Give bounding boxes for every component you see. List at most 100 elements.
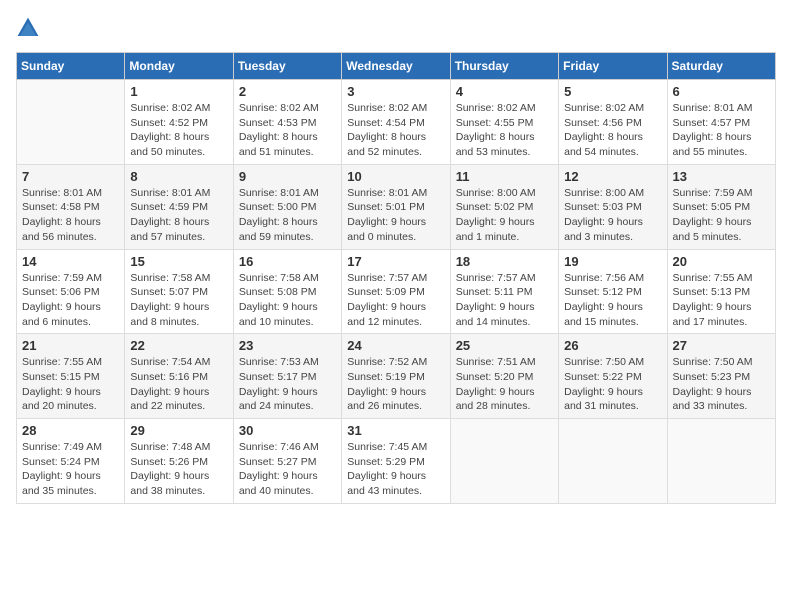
calendar-day-cell: 8 Sunrise: 8:01 AMSunset: 4:59 PMDaylight… xyxy=(125,164,233,249)
calendar-week-row: 1Sunrise: 8:02 AMSunset: 4:52 PMDaylight… xyxy=(17,80,776,165)
day-number: 16 xyxy=(239,254,336,269)
day-number: 12 xyxy=(564,169,661,184)
day-number: 24 xyxy=(347,338,444,353)
calendar-day-cell: 2Sunrise: 8:02 AMSunset: 4:53 PMDaylight… xyxy=(233,80,341,165)
day-number: 29 xyxy=(130,423,227,438)
day-number: 28 xyxy=(22,423,119,438)
day-info: Sunrise: 8:02 AMSunset: 4:56 PMDaylight:… xyxy=(564,101,661,160)
day-number: 4 xyxy=(456,84,553,99)
day-info: Sunrise: 7:58 AMSunset: 5:07 PMDaylight:… xyxy=(130,271,227,330)
calendar-day-cell: 17Sunrise: 7:57 AMSunset: 5:09 PMDayligh… xyxy=(342,249,450,334)
calendar-week-row: 14 Sunrise: 7:59 AMSunset: 5:06 PMDayligh… xyxy=(17,249,776,334)
logo xyxy=(16,16,44,40)
day-number: 10 xyxy=(347,169,444,184)
calendar-day-cell: 19 Sunrise: 7:56 AMSunset: 5:12 PMDayligh… xyxy=(559,249,667,334)
day-info: Sunrise: 7:57 AMSunset: 5:11 PMDaylight:… xyxy=(456,271,553,330)
day-number: 27 xyxy=(673,338,770,353)
day-info: Sunrise: 7:45 AMSunset: 5:29 PMDaylight:… xyxy=(347,440,444,499)
day-info: Sunrise: 7:50 AMSunset: 5:22 PMDaylight:… xyxy=(564,355,661,414)
calendar-week-row: 21Sunrise: 7:55 AMSunset: 5:15 PMDayligh… xyxy=(17,334,776,419)
day-number: 9 xyxy=(239,169,336,184)
day-info: Sunrise: 8:02 AMSunset: 4:54 PMDaylight:… xyxy=(347,101,444,160)
day-number: 3 xyxy=(347,84,444,99)
calendar-day-cell: 14 Sunrise: 7:59 AMSunset: 5:06 PMDayligh… xyxy=(17,249,125,334)
day-number: 20 xyxy=(673,254,770,269)
calendar-day-cell: 16 Sunrise: 7:58 AMSunset: 5:08 PMDayligh… xyxy=(233,249,341,334)
calendar-day-cell: 20 Sunrise: 7:55 AMSunset: 5:13 PMDayligh… xyxy=(667,249,775,334)
day-header-sunday: Sunday xyxy=(17,53,125,80)
calendar-day-cell: 31 Sunrise: 7:45 AMSunset: 5:29 PMDayligh… xyxy=(342,419,450,504)
day-info: Sunrise: 7:53 AMSunset: 5:17 PMDaylight:… xyxy=(239,355,336,414)
day-number: 25 xyxy=(456,338,553,353)
calendar-day-cell xyxy=(450,419,558,504)
calendar-day-cell: 23 Sunrise: 7:53 AMSunset: 5:17 PMDayligh… xyxy=(233,334,341,419)
day-info: Sunrise: 7:50 AMSunset: 5:23 PMDaylight:… xyxy=(673,355,770,414)
calendar-day-cell: 10 Sunrise: 8:01 AMSunset: 5:01 PMDayligh… xyxy=(342,164,450,249)
calendar-day-cell: 28 Sunrise: 7:49 AMSunset: 5:24 PMDayligh… xyxy=(17,419,125,504)
calendar-day-cell: 3 Sunrise: 8:02 AMSunset: 4:54 PMDaylight… xyxy=(342,80,450,165)
day-number: 15 xyxy=(130,254,227,269)
day-number: 30 xyxy=(239,423,336,438)
calendar-table: SundayMondayTuesdayWednesdayThursdayFrid… xyxy=(16,52,776,504)
calendar-week-row: 7 Sunrise: 8:01 AMSunset: 4:58 PMDaylight… xyxy=(17,164,776,249)
calendar-day-cell: 26 Sunrise: 7:50 AMSunset: 5:22 PMDayligh… xyxy=(559,334,667,419)
day-info: Sunrise: 7:59 AMSunset: 5:05 PMDaylight:… xyxy=(673,186,770,245)
calendar-header-row: SundayMondayTuesdayWednesdayThursdayFrid… xyxy=(17,53,776,80)
day-info: Sunrise: 8:00 AMSunset: 5:02 PMDaylight:… xyxy=(456,186,553,245)
day-number: 11 xyxy=(456,169,553,184)
day-info: Sunrise: 7:48 AMSunset: 5:26 PMDaylight:… xyxy=(130,440,227,499)
calendar-day-cell: 6Sunrise: 8:01 AMSunset: 4:57 PMDaylight… xyxy=(667,80,775,165)
calendar-day-cell: 24Sunrise: 7:52 AMSunset: 5:19 PMDayligh… xyxy=(342,334,450,419)
calendar-day-cell: 30 Sunrise: 7:46 AMSunset: 5:27 PMDayligh… xyxy=(233,419,341,504)
day-number: 13 xyxy=(673,169,770,184)
calendar-day-cell: 4 Sunrise: 8:02 AMSunset: 4:55 PMDaylight… xyxy=(450,80,558,165)
day-info: Sunrise: 7:46 AMSunset: 5:27 PMDaylight:… xyxy=(239,440,336,499)
day-info: Sunrise: 7:49 AMSunset: 5:24 PMDaylight:… xyxy=(22,440,119,499)
day-number: 7 xyxy=(22,169,119,184)
calendar-day-cell: 25 Sunrise: 7:51 AMSunset: 5:20 PMDayligh… xyxy=(450,334,558,419)
day-info: Sunrise: 7:58 AMSunset: 5:08 PMDaylight:… xyxy=(239,271,336,330)
day-info: Sunrise: 8:00 AMSunset: 5:03 PMDaylight:… xyxy=(564,186,661,245)
calendar-day-cell: 1Sunrise: 8:02 AMSunset: 4:52 PMDaylight… xyxy=(125,80,233,165)
day-number: 14 xyxy=(22,254,119,269)
calendar-day-cell: 15 Sunrise: 7:58 AMSunset: 5:07 PMDayligh… xyxy=(125,249,233,334)
day-header-monday: Monday xyxy=(125,53,233,80)
day-info: Sunrise: 8:02 AMSunset: 4:55 PMDaylight:… xyxy=(456,101,553,160)
calendar-day-cell: 13 Sunrise: 7:59 AMSunset: 5:05 PMDayligh… xyxy=(667,164,775,249)
day-number: 21 xyxy=(22,338,119,353)
day-info: Sunrise: 7:55 AMSunset: 5:13 PMDaylight:… xyxy=(673,271,770,330)
day-number: 17 xyxy=(347,254,444,269)
day-info: Sunrise: 7:51 AMSunset: 5:20 PMDaylight:… xyxy=(456,355,553,414)
day-number: 8 xyxy=(130,169,227,184)
day-number: 23 xyxy=(239,338,336,353)
day-info: Sunrise: 8:01 AMSunset: 4:58 PMDaylight:… xyxy=(22,186,119,245)
page-header xyxy=(16,16,776,40)
day-number: 26 xyxy=(564,338,661,353)
day-header-friday: Friday xyxy=(559,53,667,80)
day-info: Sunrise: 8:01 AMSunset: 4:59 PMDaylight:… xyxy=(130,186,227,245)
day-number: 19 xyxy=(564,254,661,269)
calendar-day-cell: 22 Sunrise: 7:54 AMSunset: 5:16 PMDayligh… xyxy=(125,334,233,419)
calendar-day-cell: 27 Sunrise: 7:50 AMSunset: 5:23 PMDayligh… xyxy=(667,334,775,419)
day-info: Sunrise: 7:54 AMSunset: 5:16 PMDaylight:… xyxy=(130,355,227,414)
day-number: 1 xyxy=(130,84,227,99)
calendar-day-cell xyxy=(559,419,667,504)
calendar-day-cell: 12 Sunrise: 8:00 AMSunset: 5:03 PMDayligh… xyxy=(559,164,667,249)
day-info: Sunrise: 7:56 AMSunset: 5:12 PMDaylight:… xyxy=(564,271,661,330)
day-number: 31 xyxy=(347,423,444,438)
calendar-day-cell: 29 Sunrise: 7:48 AMSunset: 5:26 PMDayligh… xyxy=(125,419,233,504)
calendar-day-cell xyxy=(17,80,125,165)
calendar-day-cell: 18 Sunrise: 7:57 AMSunset: 5:11 PMDayligh… xyxy=(450,249,558,334)
day-info: Sunrise: 8:01 AMSunset: 5:00 PMDaylight:… xyxy=(239,186,336,245)
day-number: 6 xyxy=(673,84,770,99)
day-info: Sunrise: 8:01 AMSunset: 5:01 PMDaylight:… xyxy=(347,186,444,245)
day-number: 18 xyxy=(456,254,553,269)
day-info: Sunrise: 8:02 AMSunset: 4:53 PMDaylight:… xyxy=(239,101,336,160)
calendar-day-cell: 5Sunrise: 8:02 AMSunset: 4:56 PMDaylight… xyxy=(559,80,667,165)
day-number: 22 xyxy=(130,338,227,353)
day-header-thursday: Thursday xyxy=(450,53,558,80)
day-info: Sunrise: 7:59 AMSunset: 5:06 PMDaylight:… xyxy=(22,271,119,330)
logo-icon xyxy=(16,16,40,40)
calendar-day-cell: 21Sunrise: 7:55 AMSunset: 5:15 PMDayligh… xyxy=(17,334,125,419)
calendar-week-row: 28 Sunrise: 7:49 AMSunset: 5:24 PMDayligh… xyxy=(17,419,776,504)
